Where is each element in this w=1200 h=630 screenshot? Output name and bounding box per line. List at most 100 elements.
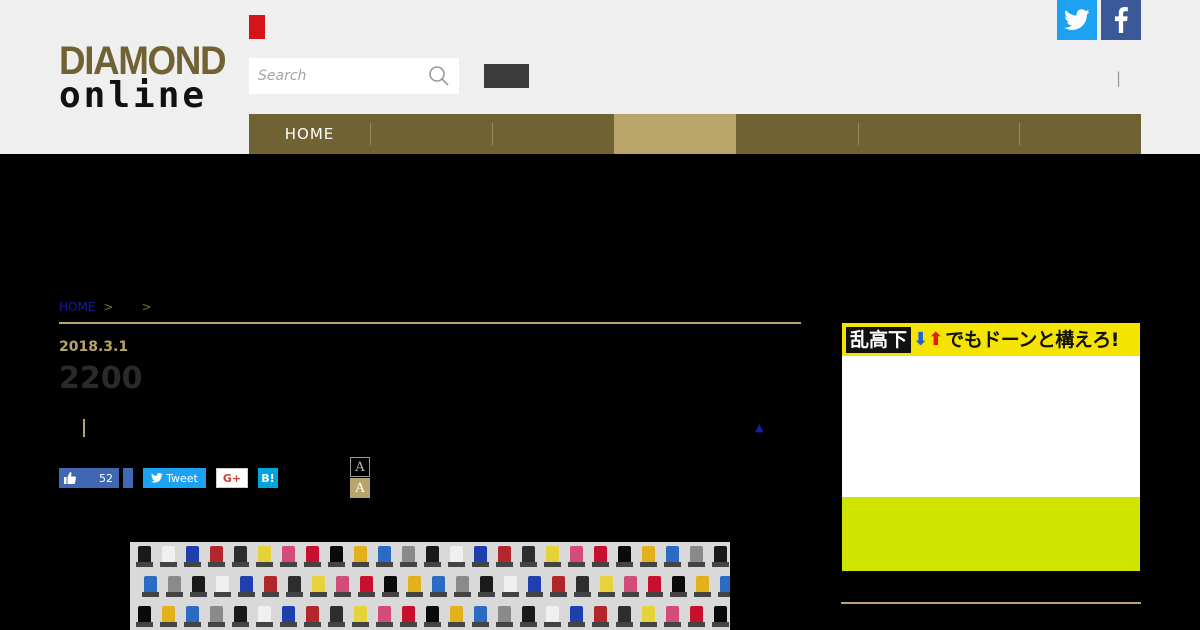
twitter-link[interactable] [1057,0,1097,40]
article-title: 2200 [59,361,143,396]
cartridge-item [472,606,489,627]
tweet-label: Tweet [166,471,198,485]
nav-item-5[interactable] [736,114,858,154]
breadcrumb-separator: > [103,300,114,314]
cartridge-item [304,606,321,627]
font-size-large-button[interactable]: A [350,478,370,498]
cartridge-item [232,546,249,567]
cartridge-item [502,576,519,597]
ad-bottom-panel [842,497,1140,571]
cartridge-item [496,606,513,627]
nav-item-3[interactable] [492,114,614,154]
cartridge-item [616,546,633,567]
cartridge-item [400,606,417,627]
twitter-icon [1064,9,1090,30]
cartridge-item [688,546,705,567]
phono-cartridges-photo [136,546,730,627]
facebook-icon [1114,7,1128,33]
cartridge-item [352,546,369,567]
cartridge-item [136,546,153,567]
cartridge-item [640,546,657,567]
cartridge-item [598,576,615,597]
cartridge-item [592,606,609,627]
cartridge-item [280,546,297,567]
cartridge-item [424,606,441,627]
cartridge-item [166,576,183,597]
site-header: DIAMOND online | HOME [0,0,1200,154]
breadcrumb: HOME > > [59,300,152,314]
share-count-bubble [123,468,133,488]
cartridge-item [382,576,399,597]
cartridge-item [136,606,153,627]
tweet-button[interactable]: Tweet [143,468,206,488]
cartridge-item [616,606,633,627]
cartridge-item [478,576,495,597]
cartridge-item [664,546,681,567]
header-dark-button[interactable] [484,64,529,88]
nav-item-home[interactable]: HOME [249,114,370,154]
cartridge-item [568,546,585,567]
cartridge-item [526,576,543,597]
cartridge-item [208,546,225,567]
cartridge-item [622,576,639,597]
cartridge-item [376,546,393,567]
cartridge-item [262,576,279,597]
arrow-up-icon: ⬆ [928,328,944,350]
search-icon[interactable] [428,65,450,87]
font-size-small-button[interactable]: A [350,457,370,477]
hatena-bookmark-button[interactable]: B! [258,468,278,488]
cartridge-item [304,546,321,567]
cartridge-item [160,606,177,627]
twitter-icon [151,473,163,483]
nav-item-6[interactable] [858,114,1019,154]
breadcrumb-separator: > [141,300,152,314]
ad-boxed-text: 乱高下 [846,326,912,353]
expand-arrow-icon[interactable]: ▲ [755,421,763,434]
cartridge-item [712,546,729,567]
cartridge-item [358,576,375,597]
cartridge-item [424,546,441,567]
cartridge-item [238,576,255,597]
cartridge-item [184,546,201,567]
cartridge-item [256,546,273,567]
sidebar-rule [841,602,1141,604]
cartridge-item [190,576,207,597]
cartridge-item [448,546,465,567]
ad-tagline: でもドーンと構えろ! [945,328,1119,351]
cartridge-item [688,606,705,627]
cartridge-item [496,546,513,567]
cartridge-item [142,576,159,597]
nav-item-7[interactable] [1019,114,1141,154]
red-label-tag [249,15,265,39]
article-photo [130,542,730,630]
cartridge-item [544,606,561,627]
cartridge-item [712,606,729,627]
breadcrumb-home-link[interactable]: HOME [59,300,95,314]
nav-item-4-active[interactable] [614,114,736,154]
thumbs-up-icon [64,472,76,484]
breadcrumb-item[interactable] [121,300,133,314]
google-plus-button[interactable]: G+ [216,468,248,488]
like-count: 52 [99,471,113,485]
cartridge-item [448,606,465,627]
search-input[interactable] [249,58,419,94]
cartridge-item [520,606,537,627]
header-separator: | [1116,69,1122,87]
sidebar-ad-banner[interactable]: 乱高下 ⬇ ⬆ でもドーンと構えろ! [842,323,1140,571]
facebook-link[interactable] [1101,0,1141,40]
arrow-down-icon: ⬇ [913,328,929,350]
ad-arrows: ⬇ ⬆ [913,328,943,352]
search-box [249,58,459,94]
facebook-like-button[interactable]: 52 [59,468,119,488]
diamond-online-logo[interactable]: DIAMOND online [59,41,227,114]
cartridge-item [430,576,447,597]
cartridge-item [376,606,393,627]
nav-label: HOME [284,125,335,143]
cartridge-item [592,546,609,567]
cartridge-item [574,576,591,597]
cartridge-item [400,546,417,567]
cartridge-item [214,576,231,597]
cartridge-item [352,606,369,627]
nav-item-2[interactable] [370,114,492,154]
cartridge-item [694,576,711,597]
